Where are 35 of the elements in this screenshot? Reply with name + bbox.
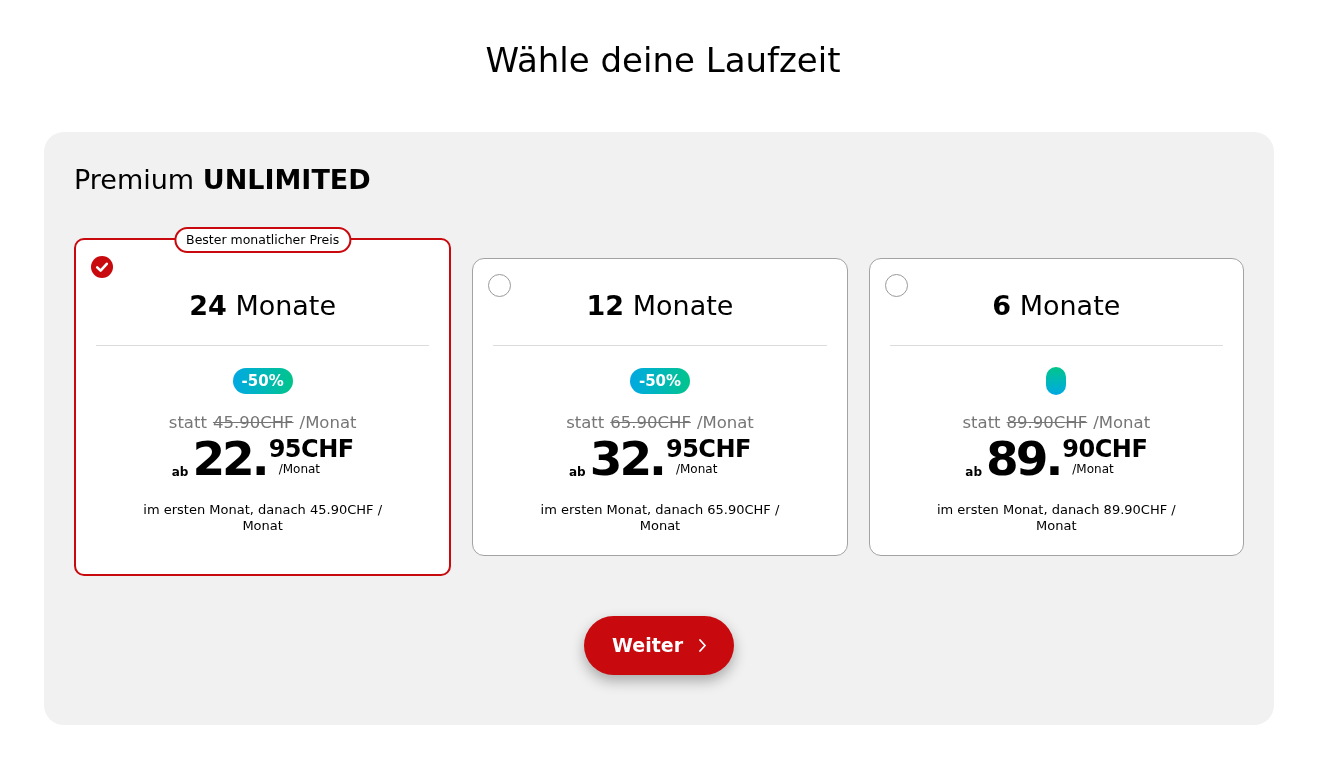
price-prefix: ab [171, 465, 189, 479]
price-fraction: 95CHF [268, 436, 354, 462]
page-title: Wähle deine Laufzeit [484, 40, 842, 80]
continue-button[interactable]: Weiter [584, 616, 734, 675]
price-fraction: 95CHF [665, 436, 751, 462]
price-note: im ersten Monat, danach 65.90CHF / Monat [539, 502, 781, 534]
was-label: statt [566, 412, 605, 434]
best-price-badge: Bester monatlicher Preis [174, 227, 352, 253]
price-prefix: ab [965, 465, 983, 479]
old-price: 45.90CHF [212, 412, 294, 434]
price-fraction: 90CHF [1062, 436, 1148, 462]
price-note: im ersten Monat, danach 45.90CHF / Monat [142, 502, 383, 534]
plan-duration: 6 Monate [992, 290, 1121, 322]
price-unit: /Monat [1072, 462, 1115, 476]
chevron-right-icon [699, 639, 706, 652]
check-circle-icon[interactable] [91, 256, 113, 278]
discount-badge: -50% [232, 368, 293, 394]
old-price: 65.90CHF [610, 412, 691, 434]
price-unit: /Monat [675, 462, 719, 476]
discount-badge: -50% [629, 368, 691, 394]
plan-duration: 24 Monate [189, 290, 337, 322]
price-prefix: ab [569, 465, 586, 479]
plan-duration: 12 Monate [586, 290, 734, 322]
price-whole: 22. [192, 436, 267, 482]
price-whole: 32. [589, 436, 664, 482]
price-note: im ersten Monat, danach 89.90CHF / Monat [935, 502, 1177, 534]
was-label: statt [962, 412, 1001, 434]
old-price-unit: /Monat [1093, 412, 1151, 434]
old-price-unit: /Monat [696, 412, 754, 434]
old-price-unit: /Monat [299, 412, 357, 434]
old-price: 89.90CHF [1006, 412, 1088, 434]
price-whole: 89. [986, 436, 1061, 482]
was-label: statt [168, 412, 207, 434]
product-name: Premium UNLIMITED [74, 164, 372, 196]
price-unit: /Monat [278, 462, 322, 476]
